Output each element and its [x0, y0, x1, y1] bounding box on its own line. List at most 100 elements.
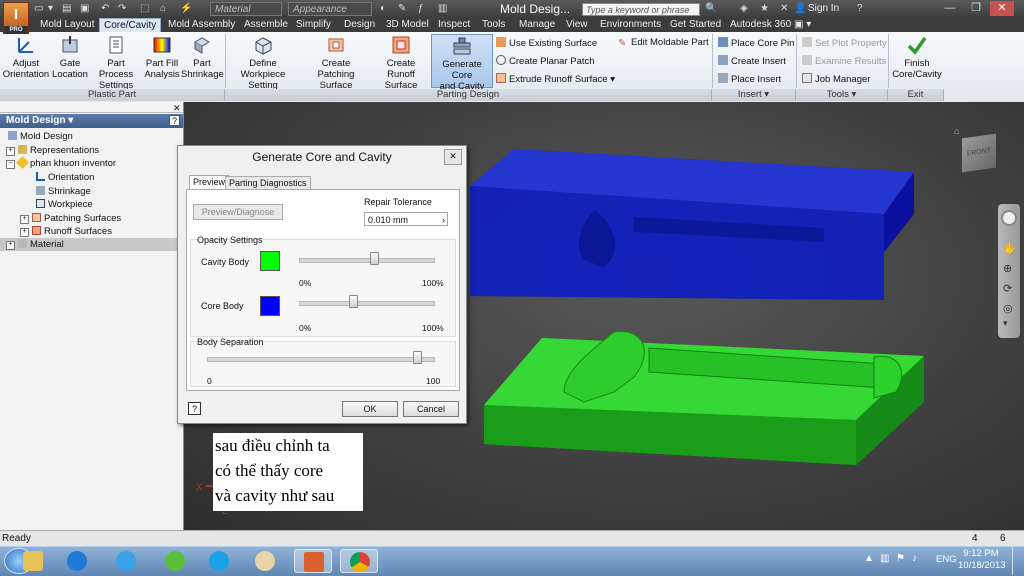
- dialog-help-icon[interactable]: ?: [188, 402, 201, 415]
- save-icon[interactable]: ▣: [80, 2, 89, 16]
- panel-label-insert[interactable]: Insert ▾: [712, 89, 796, 101]
- ilogic-icon[interactable]: ▥: [438, 2, 447, 16]
- create-insert-button[interactable]: Create Insert: [718, 55, 786, 68]
- panel-label-tools[interactable]: Tools ▾: [796, 89, 888, 101]
- orbit-icon[interactable]: ⟳: [1003, 282, 1012, 295]
- show-desktop-button[interactable]: [1012, 547, 1024, 575]
- repair-tolerance-input[interactable]: 0.010 mm ›: [364, 212, 448, 226]
- browser-header[interactable]: Mold Design ▾: [0, 114, 183, 128]
- create-patching-surface-button[interactable]: Create Patching Surface: [300, 34, 372, 91]
- communication-icon[interactable]: ★: [760, 2, 769, 16]
- core-opacity-slider[interactable]: [299, 301, 435, 306]
- clock[interactable]: 9:12 PM 10/18/2013: [958, 548, 1006, 572]
- select-icon[interactable]: ⬚: [140, 2, 149, 16]
- home-icon[interactable]: ⌂: [160, 2, 166, 16]
- tab-design[interactable]: Design: [340, 18, 379, 32]
- extrude-runoff-surface-button[interactable]: Extrude Runoff Surface ▾: [496, 73, 615, 86]
- tree-item-material[interactable]: + Material: [0, 238, 183, 251]
- preview-diagnose-button[interactable]: Preview/Diagnose: [193, 204, 283, 220]
- taskbar-internet-explorer[interactable]: [107, 549, 145, 573]
- ribbon-options-icon[interactable]: ▣ ▾: [790, 18, 815, 32]
- taskbar-teamviewer[interactable]: [58, 549, 96, 573]
- examine-results-button[interactable]: Examine Results: [802, 55, 886, 68]
- tree-item-representations[interactable]: + Representations: [0, 144, 99, 157]
- ok-button[interactable]: OK: [342, 401, 398, 417]
- gate-location-button[interactable]: Gate Location: [50, 34, 90, 80]
- function-icon[interactable]: ƒ: [418, 2, 424, 16]
- tab-view[interactable]: View: [562, 18, 592, 32]
- undo-icon[interactable]: ↶: [101, 2, 109, 16]
- cavity-color-swatch[interactable]: [260, 251, 280, 271]
- look-at-icon[interactable]: ◎: [1003, 302, 1013, 315]
- cavity-opacity-slider[interactable]: [299, 258, 435, 263]
- tray-volume-icon[interactable]: ♪: [912, 553, 917, 564]
- taskbar-inventor[interactable]: [294, 549, 332, 573]
- pan-icon[interactable]: ✋: [1003, 242, 1017, 255]
- language-indicator[interactable]: ENG: [936, 554, 957, 565]
- open-folder-icon[interactable]: ▤: [62, 2, 71, 16]
- taskbar-coccoc[interactable]: [156, 549, 194, 573]
- tree-item-workpiece[interactable]: Workpiece: [0, 198, 93, 211]
- core-body[interactable]: [484, 331, 924, 465]
- search-binoculars-icon[interactable]: 🔍: [705, 2, 717, 16]
- tolerance-arrow-icon[interactable]: ›: [442, 213, 445, 227]
- open-icon[interactable]: ▾: [48, 2, 53, 16]
- expand-icon[interactable]: +: [6, 147, 15, 156]
- tab-inspect[interactable]: Inspect: [434, 18, 474, 32]
- part-fill-analysis-button[interactable]: Part Fill Analysis: [143, 34, 181, 80]
- nav-bar-menu-icon[interactable]: ▾: [1003, 318, 1008, 329]
- place-core-pin-button[interactable]: Place Core Pin: [718, 37, 794, 50]
- tab-core-cavity[interactable]: Core/Cavity: [99, 18, 162, 32]
- expand-icon[interactable]: +: [20, 228, 29, 237]
- tab-tools[interactable]: Tools: [478, 18, 509, 32]
- update-icon[interactable]: ⚡: [180, 2, 192, 16]
- redo-icon[interactable]: ↷: [118, 2, 126, 16]
- tab-assemble[interactable]: Assemble: [240, 18, 292, 32]
- exchange-icon[interactable]: ✕: [780, 2, 788, 16]
- tab-mold-assembly[interactable]: Mold Assembly: [164, 18, 239, 32]
- taskbar-chrome[interactable]: [340, 549, 378, 573]
- restore-button[interactable]: ❐: [964, 1, 988, 16]
- core-color-swatch[interactable]: [260, 296, 280, 316]
- tree-item-shrinkage[interactable]: Shrinkage: [0, 185, 91, 198]
- define-workpiece-setting-button[interactable]: Define Workpiece Setting: [227, 34, 299, 91]
- minimize-button[interactable]: —: [938, 1, 962, 16]
- search-input[interactable]: Type a keyword or phrase: [582, 3, 700, 16]
- collapse-icon[interactable]: −: [6, 160, 15, 169]
- tray-arrow-icon[interactable]: ▲: [864, 553, 874, 564]
- new-icon[interactable]: ▭: [34, 2, 43, 16]
- job-manager-button[interactable]: Job Manager: [802, 73, 870, 86]
- create-runoff-surface-button[interactable]: Create Runoff Surface: [372, 34, 430, 91]
- tab-get-started[interactable]: Get Started: [666, 18, 725, 32]
- tab-parting-diagnostics[interactable]: Parting Diagnostics: [225, 176, 311, 190]
- taskbar-explorer[interactable]: [14, 549, 52, 573]
- tab-manage[interactable]: Manage: [515, 18, 559, 32]
- subscription-icon[interactable]: ◈: [740, 2, 748, 16]
- expand-icon[interactable]: +: [6, 241, 15, 250]
- create-planar-patch-button[interactable]: Create Planar Patch: [496, 55, 595, 68]
- dialog-close-button[interactable]: ✕: [444, 149, 462, 165]
- tray-network-icon[interactable]: ▥: [880, 553, 889, 564]
- part-process-settings-button[interactable]: Part Process Settings: [90, 34, 142, 91]
- close-window-button[interactable]: ✕: [990, 1, 1014, 16]
- place-insert-button[interactable]: Place Insert: [718, 73, 781, 86]
- appearance-dropdown[interactable]: Appearance: [288, 2, 372, 16]
- home-view-icon[interactable]: ⌂: [954, 126, 959, 136]
- zoom-icon[interactable]: ⊕: [1003, 262, 1012, 275]
- part-shrinkage-button[interactable]: Part Shrinkage: [181, 34, 224, 80]
- sign-in-link[interactable]: Sign In: [808, 2, 839, 16]
- tab-preview[interactable]: Preview: [189, 175, 230, 190]
- cancel-button[interactable]: Cancel: [403, 401, 459, 417]
- tab-3d-model[interactable]: 3D Model: [382, 18, 433, 32]
- tab-mold-layout[interactable]: Mold Layout: [36, 18, 98, 32]
- help-icon[interactable]: ?: [857, 2, 863, 16]
- browser-help-icon[interactable]: ?: [169, 115, 180, 126]
- viewcube[interactable]: FRONT: [962, 133, 996, 173]
- set-plot-property-button[interactable]: Set Plot Property: [802, 37, 887, 50]
- use-existing-surface-button[interactable]: Use Existing Surface: [496, 37, 597, 50]
- tree-item-mold-design[interactable]: Mold Design: [0, 130, 73, 143]
- tree-item-runoff-surfaces[interactable]: + Runoff Surfaces: [0, 225, 112, 238]
- tab-environments[interactable]: Environments: [596, 18, 665, 32]
- tree-item-assembly[interactable]: − phan khuon inventor: [0, 156, 116, 170]
- adjust-icon[interactable]: ◐: [380, 2, 386, 16]
